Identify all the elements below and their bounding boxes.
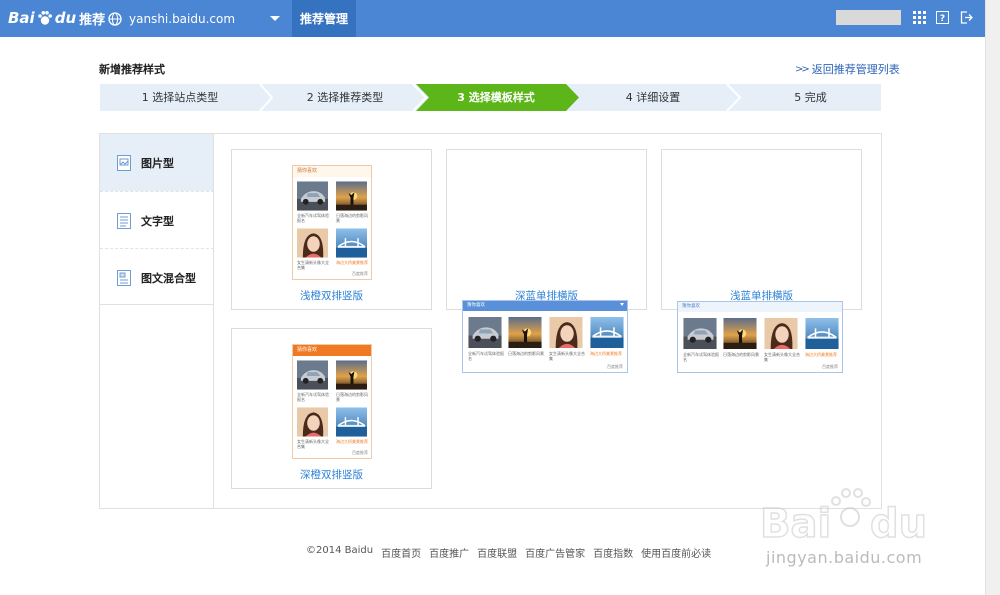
text-doc-icon <box>117 212 131 229</box>
logo-text-bai: Bai <box>8 9 35 27</box>
vertical-scrollbar[interactable] <box>985 0 1000 595</box>
back-link-label: 返回推荐管理列表 <box>811 63 900 76</box>
image-doc-icon <box>117 154 131 171</box>
template-label: 深橙双排竖版 <box>300 469 363 481</box>
step-2: 2 选择推荐类型 <box>306 91 384 104</box>
page-footer: ©2014 Baidu 百度首页 百度推广 百度联盟 百度广告管家 百度指数 使… <box>306 545 711 560</box>
preview-caption: 女生清新头像大全合集 <box>764 352 800 362</box>
sidebar-item-label: 图文混合型 <box>141 271 196 285</box>
preview-image <box>297 360 328 390</box>
grid-apps-icon[interactable] <box>913 11 926 24</box>
template-card-deep-orange-vertical[interactable]: 猜你喜欢 全新汽车试驾体验报名 日落海边的剪影风景 女生清新头像大全合集 海边大… <box>231 328 432 489</box>
preview-image <box>297 181 328 211</box>
preview-image <box>336 407 367 437</box>
template-preview: 猜你喜欢 全新汽车试驾体验报名 日落海边的剪影风景 女生清新头像大全合集 海边大… <box>292 165 372 280</box>
top-bar: Bai du 推荐 yanshi.baidu.com 推荐管理 ? <box>0 0 985 37</box>
preview-image <box>805 318 839 349</box>
watermark-url: jingyan.baidu.com <box>766 548 923 567</box>
chevron-down-icon <box>620 303 624 306</box>
globe-icon <box>108 11 122 26</box>
preview-footer: 百度推荐 <box>352 450 368 455</box>
footer-link-terms[interactable]: 使用百度前必读 <box>641 545 711 560</box>
preview-caption: 全新汽车试驾体验报名 <box>297 213 329 223</box>
chevron-down-icon <box>270 16 280 21</box>
site-selector[interactable]: yanshi.baidu.com <box>108 0 288 37</box>
template-card-light-orange-vertical[interactable]: 猜你喜欢 全新汽车试驾体验报名 日落海边的剪影风景 女生清新头像大全合集 海边大… <box>231 149 432 310</box>
preview-caption: 日落海边的剪影风景 <box>336 213 368 223</box>
preview-footer: 百度推荐 <box>352 271 368 276</box>
sidebar-item-label: 图片型 <box>141 156 174 170</box>
nav-recommend-management[interactable]: 推荐管理 <box>292 0 356 37</box>
step-5: 5 完成 <box>794 91 827 104</box>
preview-caption: 全新汽车试驾体验报名 <box>297 392 329 402</box>
preview-caption: 全新汽车试驾体验报名 <box>683 352 719 362</box>
logo-product-name: 推荐 <box>79 12 106 28</box>
preview-header: 猜你喜欢 <box>678 302 842 312</box>
preview-image <box>683 318 717 349</box>
progress-steps: 1 选择站点类型 2 选择推荐类型 3 选择模板样式 4 详细设置 5 完成 <box>100 84 881 111</box>
preview-header: 猜你喜欢 <box>463 301 627 311</box>
svg-text:Bai: Bai <box>760 501 831 547</box>
template-type-sidebar: 图片型 文字型 图文混合型 <box>99 133 214 305</box>
preview-image <box>468 317 502 348</box>
paw-icon <box>37 11 52 25</box>
preview-image <box>297 407 328 437</box>
preview-image <box>297 228 328 258</box>
preview-image <box>723 318 757 349</box>
template-label: 浅橙双排竖版 <box>300 290 363 302</box>
double-chevron-right-icon: >> <box>795 63 810 75</box>
template-preview-light-blue: 猜你喜欢 全新汽车试驾体验报名 日落海边的剪影风景 女生清新头像大全合集 海边大… <box>677 301 843 373</box>
svg-text:du: du <box>870 501 927 547</box>
footer-link-union[interactable]: 百度联盟 <box>477 545 517 560</box>
footer-link-promotion[interactable]: 百度推广 <box>429 545 469 560</box>
logout-icon[interactable] <box>960 11 973 24</box>
preview-caption: 日落海边的剪影风景 <box>336 392 368 402</box>
template-preview-deep-blue: 猜你喜欢 全新汽车试驾体验报名 日落海边的剪影风景 女生清新头像大全合集 海边大… <box>462 300 628 373</box>
site-name: yanshi.baidu.com <box>129 11 236 26</box>
footer-link-index[interactable]: 百度指数 <box>593 545 633 560</box>
step-1: 1 选择站点类型 <box>141 91 219 104</box>
page-title: 新增推荐样式 <box>99 63 165 76</box>
step-3-active: 3 选择模板样式 <box>457 91 535 104</box>
preview-caption: 海边大桥美景推荐 <box>336 439 368 444</box>
template-card-deep-blue-horizontal[interactable]: 深蓝单排横版 <box>446 149 647 310</box>
back-to-list-link[interactable]: >> 返回推荐管理列表 <box>795 61 900 77</box>
preview-footer: 百度推荐 <box>822 364 838 369</box>
user-account-box[interactable] <box>836 10 901 25</box>
footer-link-ad-manager[interactable]: 百度广告管家 <box>525 545 585 560</box>
baidu-logo[interactable]: Bai du 推荐 <box>8 6 105 30</box>
preview-image <box>336 181 367 211</box>
sidebar-item-mixed[interactable]: 图文混合型 <box>100 249 214 306</box>
preview-caption: 海边大桥美景推荐 <box>805 352 837 357</box>
step-4: 4 详细设置 <box>625 91 681 104</box>
preview-caption: 日落海边的剪影风景 <box>723 352 759 357</box>
mixed-doc-icon <box>117 269 131 286</box>
template-preview: 猜你喜欢 全新汽车试驾体验报名 日落海边的剪影风景 女生清新头像大全合集 海边大… <box>292 344 372 459</box>
preview-caption: 海边大桥美景推荐 <box>336 260 368 265</box>
footer-link-home[interactable]: 百度首页 <box>381 545 421 560</box>
preview-image <box>590 317 624 348</box>
template-card-light-blue-horizontal[interactable]: 浅蓝单排横版 <box>661 149 862 310</box>
sidebar-item-text[interactable]: 文字型 <box>100 192 214 249</box>
preview-caption: 全新汽车试驾体验报名 <box>468 351 504 361</box>
svg-text:?: ? <box>940 14 945 24</box>
preview-caption: 日落海边的剪影风景 <box>508 351 544 356</box>
preview-image <box>549 317 583 348</box>
preview-footer: 百度推荐 <box>607 364 623 369</box>
help-icon[interactable]: ? <box>936 11 949 24</box>
sidebar-item-image[interactable]: 图片型 <box>100 134 214 191</box>
sidebar-item-label: 文字型 <box>141 214 174 228</box>
preview-image <box>336 360 367 390</box>
preview-caption: 女生清新头像大全合集 <box>549 351 585 361</box>
preview-caption: 女生清新头像大全合集 <box>297 260 329 270</box>
preview-image <box>764 318 798 349</box>
preview-image <box>508 317 542 348</box>
preview-caption: 海边大桥美景推荐 <box>590 351 622 356</box>
preview-caption: 女生清新头像大全合集 <box>297 439 329 449</box>
preview-header: 猜你喜欢 <box>293 345 371 356</box>
copyright: ©2014 Baidu <box>306 545 374 556</box>
preview-image <box>336 228 367 258</box>
logo-text-du: du <box>54 9 77 27</box>
preview-header: 猜你喜欢 <box>293 166 371 177</box>
